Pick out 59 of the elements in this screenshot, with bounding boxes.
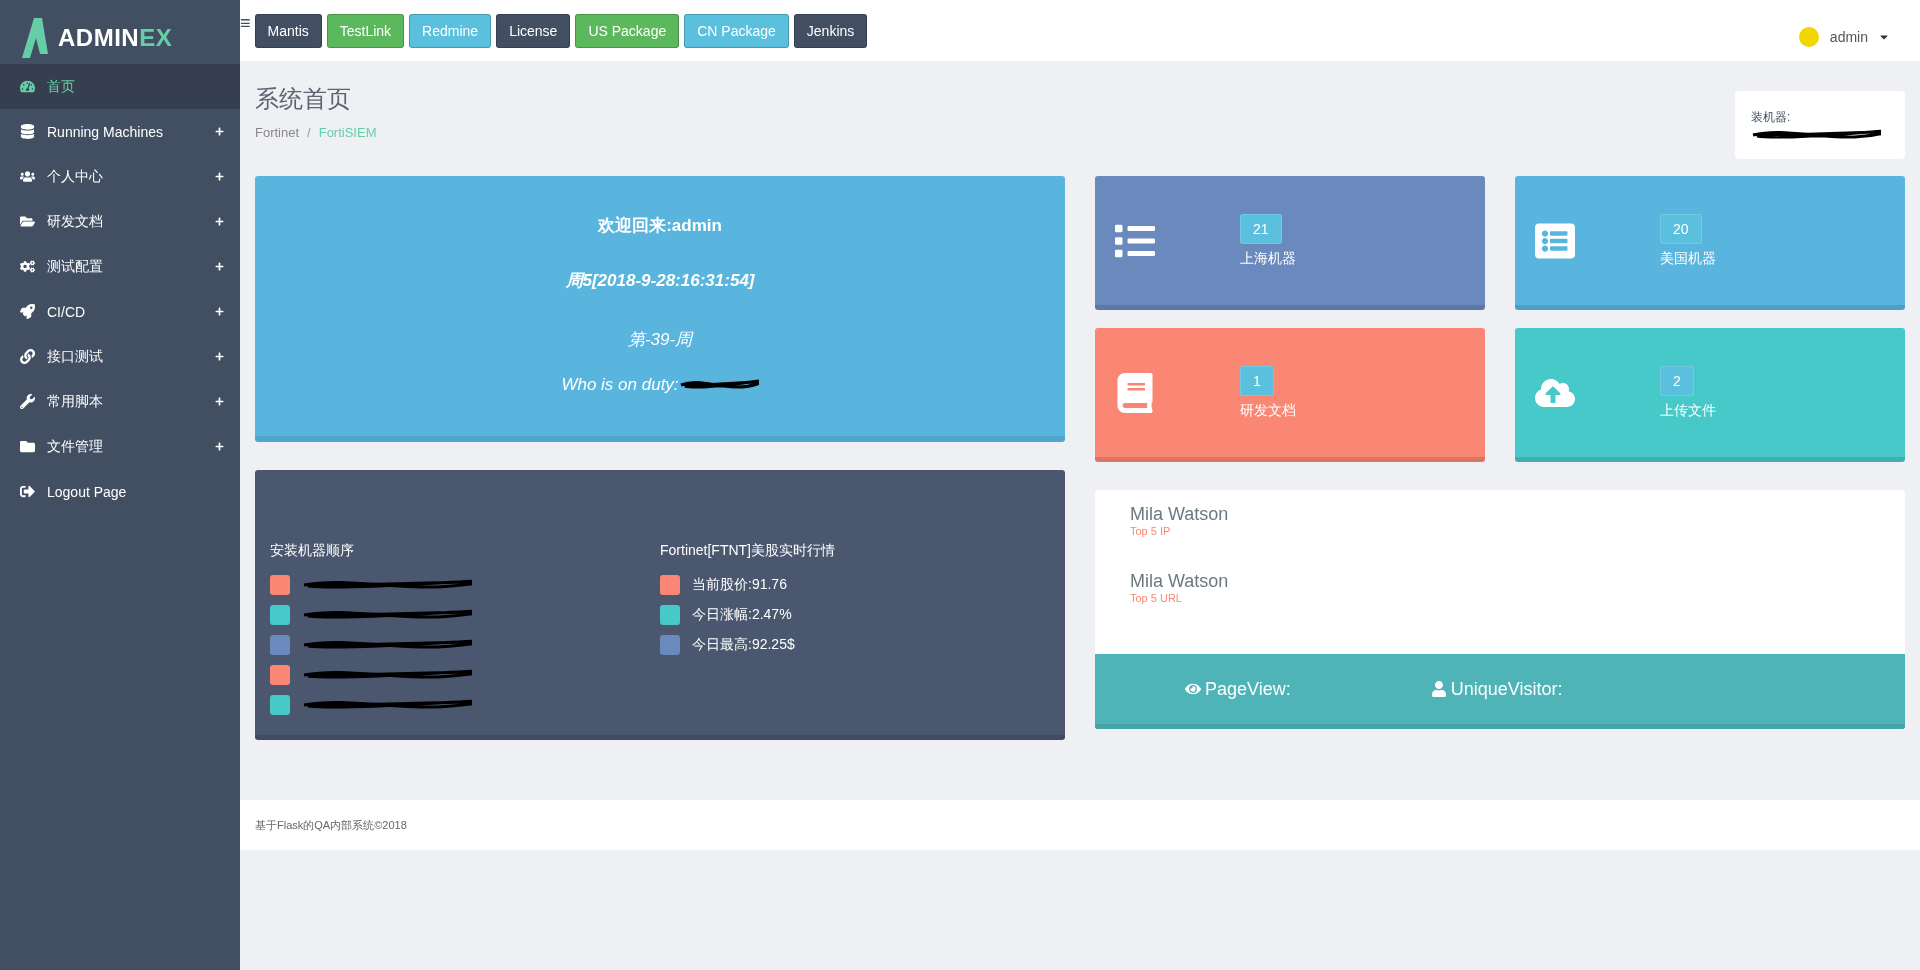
stat-tile[interactable]: 21 上海机器 xyxy=(1095,176,1485,310)
sidebar-item[interactable]: 文件管理 xyxy=(0,424,240,469)
top-caption: Top 5 URL xyxy=(1130,592,1183,604)
link-icon xyxy=(20,349,35,364)
top-name: Mila Watson xyxy=(1130,571,1230,592)
count-badge: 20 xyxy=(1660,213,1702,244)
count-badge: 1 xyxy=(1240,365,1274,396)
sidebar-item[interactable]: Running Machines xyxy=(0,109,240,154)
top-caption: Top 5 IP xyxy=(1130,525,1172,537)
tile-label: 上海机器 xyxy=(1240,249,1296,268)
sidebar-item[interactable]: 接口测试 xyxy=(0,334,240,379)
sidebar-item[interactable]: 首页 xyxy=(0,64,240,109)
tile-label: 美国机器 xyxy=(1660,249,1716,268)
breadcrumb-separator: / xyxy=(307,125,311,140)
folder-icon xyxy=(20,439,35,454)
user-icon xyxy=(1430,681,1447,697)
users-icon xyxy=(20,169,35,184)
logout-icon xyxy=(20,484,35,499)
sidebar-item[interactable]: 个人中心 xyxy=(0,154,240,199)
nav-button[interactable]: Mantis xyxy=(254,14,322,48)
logo-icon xyxy=(20,18,50,58)
user-menu[interactable]: admin xyxy=(1797,26,1890,48)
eye-icon xyxy=(1185,681,1201,697)
sidebar-item[interactable]: 常用脚本 xyxy=(0,379,240,424)
footer: 基于Flask的QA内部系统©2018 xyxy=(240,800,1920,850)
sidebar-item[interactable]: CI/CD xyxy=(0,289,240,334)
sidebar-item[interactable]: 研发文档 xyxy=(0,199,240,244)
database-icon xyxy=(20,124,35,139)
tile-label: 上传文件 xyxy=(1660,401,1716,420)
tile-label: 研发文档 xyxy=(1240,401,1296,420)
wrench-icon xyxy=(20,394,35,409)
legend-title: Fortinet[FTNT]美股实时行情 xyxy=(660,542,836,560)
top-name: Mila Watson xyxy=(1130,504,1230,525)
page-title: 系统首页 xyxy=(255,84,352,114)
avatar-icon xyxy=(1797,26,1820,48)
sidebar-item[interactable]: 测试配置 xyxy=(0,244,240,289)
legend-title: 安装机器顺序 xyxy=(270,542,355,560)
nav-button[interactable]: License xyxy=(496,14,571,48)
welcome-text: Who is on duty: xyxy=(561,375,679,395)
legend-text: 今日涨幅:2.47% xyxy=(692,606,792,624)
visit-label: UniqueVisitor: xyxy=(1450,678,1563,700)
dashboard-icon xyxy=(20,79,35,94)
welcome-text: 欢迎回来:admin xyxy=(598,215,722,237)
menu-icon[interactable]: ≡ xyxy=(240,14,251,32)
rocket-icon xyxy=(20,304,35,319)
count-badge: 2 xyxy=(1660,365,1694,396)
sidebar-item[interactable]: Logout Page xyxy=(0,469,240,514)
visit-label: PageView: xyxy=(1205,678,1291,700)
count-badge: 21 xyxy=(1240,213,1282,244)
logo-text: ADMINEX xyxy=(58,24,173,52)
book-icon xyxy=(1115,372,1155,413)
folder-open-icon xyxy=(20,214,35,229)
nav-button[interactable]: Jenkins xyxy=(793,14,868,48)
legend-text: 今日最高:92.25$ xyxy=(692,636,795,654)
legend-text: 当前股价:91.76 xyxy=(692,576,787,594)
gears-icon xyxy=(20,259,35,274)
welcome-text: 周5[2018-9-28:16:31:54] xyxy=(565,270,755,292)
installer-label: 装机器: xyxy=(1751,110,1791,124)
welcome-text: 第-39-周 xyxy=(627,329,693,351)
